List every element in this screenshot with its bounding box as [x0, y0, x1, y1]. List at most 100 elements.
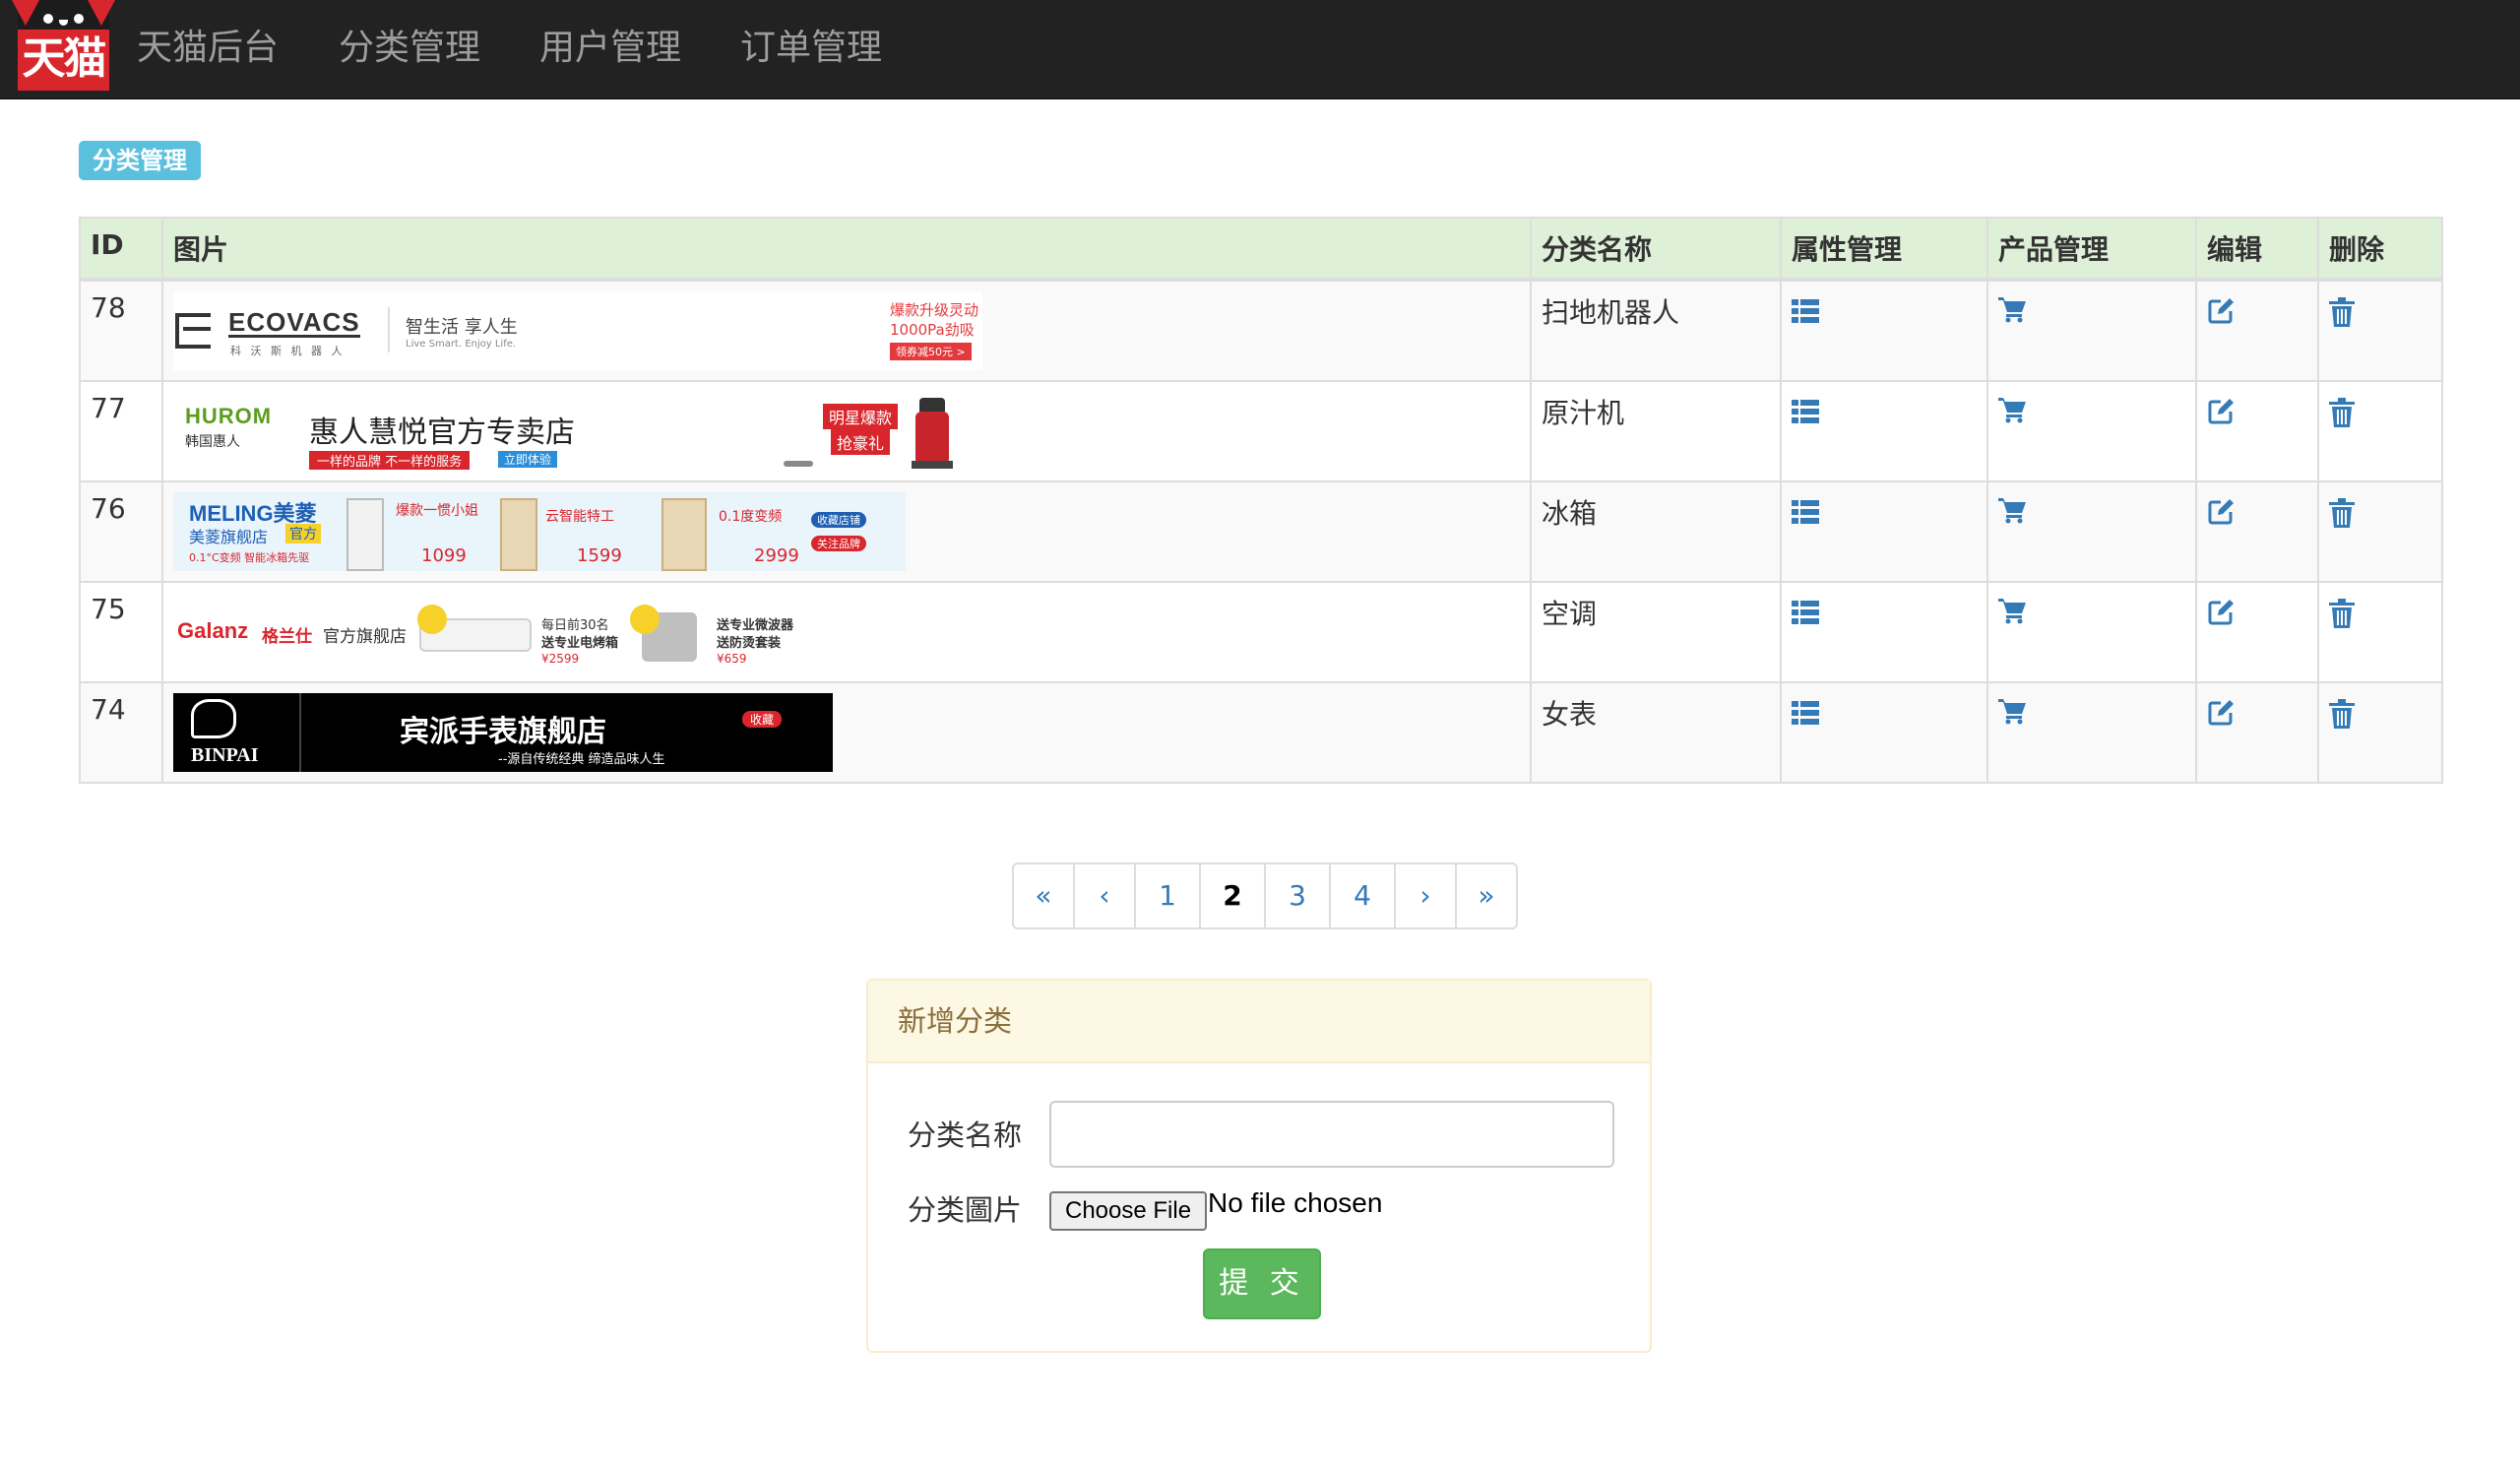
banner-fav: 收藏 — [742, 711, 783, 728]
banner-product1: 每日前30名 — [541, 618, 609, 633]
nav-link-user[interactable]: 用户管理 — [539, 24, 681, 73]
banner-store: 美菱旗舰店 — [189, 528, 269, 546]
banner-follow-brand: 关注品牌 — [811, 536, 866, 551]
nav-link-tmall-admin[interactable]: 天猫后台 — [137, 24, 279, 73]
table-header-row: ID 图片 分类名称 属性管理 产品管理 编辑 删除 — [79, 217, 2443, 282]
property-list-icon[interactable] — [1792, 699, 1819, 732]
property-list-icon[interactable] — [1792, 599, 1819, 631]
banner-store: 官方旗舰店 — [323, 627, 407, 647]
cell-property — [1780, 380, 1988, 482]
trash-icon[interactable] — [2329, 599, 2355, 635]
banner-brand-cn: 格兰仕 — [262, 627, 312, 647]
header-product: 产品管理 — [1986, 217, 2197, 282]
property-list-icon[interactable] — [1792, 297, 1819, 330]
category-table: ID 图片 分类名称 属性管理 产品管理 编辑 删除 78 ECOVACS 科 … — [79, 217, 2443, 784]
page-first-button[interactable]: « — [1012, 862, 1075, 929]
category-banner-image: Galanz 格兰仕 官方旗舰店 每日前30名 送专业电烤箱 ¥2599 送专业… — [173, 593, 827, 671]
banner-promo: 明星爆款 — [823, 404, 899, 429]
pagination: « ‹ 1 2 3 4 › » — [1012, 862, 1518, 929]
shopping-cart-icon[interactable] — [1998, 599, 2026, 631]
banner-product2: 云智能特工 — [545, 509, 614, 525]
cell-name: 扫地机器人 — [1530, 279, 1782, 382]
shopping-cart-icon[interactable] — [1998, 498, 2026, 531]
cell-delete — [2317, 681, 2443, 784]
cell-id: 74 — [79, 681, 163, 784]
edit-icon[interactable] — [2207, 498, 2235, 533]
page-1-button[interactable]: 1 — [1134, 862, 1201, 929]
cell-name: 冰箱 — [1530, 480, 1782, 583]
category-banner-image: ECOVACS 科 沃 斯 机 器 人 智生活 享人生 Live Smart. … — [173, 291, 982, 370]
nav-link-category[interactable]: 分类管理 — [339, 24, 480, 73]
cell-name: 空调 — [1530, 581, 1782, 683]
cell-property — [1780, 480, 1988, 583]
edit-icon[interactable] — [2207, 699, 2235, 734]
file-status-text: No file chosen — [1208, 1187, 1383, 1218]
cell-product — [1986, 681, 2197, 784]
cell-delete — [2317, 279, 2443, 382]
page-4-button[interactable]: 4 — [1329, 862, 1396, 929]
page-prev-button[interactable]: ‹ — [1073, 862, 1136, 929]
edit-icon[interactable] — [2207, 297, 2235, 332]
cell-property — [1780, 681, 1988, 784]
cell-edit — [2195, 581, 2319, 683]
choose-file-button[interactable]: Choose File — [1049, 1191, 1208, 1231]
cell-edit — [2195, 279, 2319, 382]
banner-brand-sub: 科 沃 斯 机 器 人 — [230, 345, 346, 357]
cell-delete — [2317, 480, 2443, 583]
banner-fav-store: 收藏店铺 — [811, 512, 866, 528]
trash-icon[interactable] — [2329, 498, 2355, 535]
edit-icon[interactable] — [2207, 599, 2235, 633]
shopping-cart-icon[interactable] — [1998, 398, 2026, 430]
category-name-input[interactable] — [1049, 1101, 1614, 1168]
banner-tagline: 一样的品牌 不一样的服务 — [309, 451, 471, 470]
page-2-button-active[interactable]: 2 — [1199, 862, 1266, 929]
category-banner-image: HUROM 韩国惠人 惠人慧悦官方专卖店 一样的品牌 不一样的服务 立即体验 明… — [173, 392, 982, 471]
header-id: ID — [79, 217, 163, 282]
add-category-panel: 新增分类 分类名称 分类圖片 Choose File No file chose… — [866, 979, 1652, 1353]
cell-edit — [2195, 681, 2319, 784]
shopping-cart-icon[interactable] — [1998, 699, 2026, 732]
page-title-label: 分类管理 — [79, 141, 201, 180]
banner-brand: HUROM — [185, 404, 273, 428]
banner-product3-price: 2999 — [754, 545, 799, 566]
panel-heading: 新增分类 — [868, 981, 1650, 1063]
page-last-button[interactable]: » — [1455, 862, 1518, 929]
shopping-cart-icon[interactable] — [1998, 297, 2026, 330]
cell-product — [1986, 581, 2197, 683]
banner-title: 惠人慧悦官方专卖店 — [309, 415, 575, 450]
table-row: 77 HUROM 韩国惠人 惠人慧悦官方专卖店 一样的品牌 不一样的服务 立即体… — [79, 380, 2443, 482]
category-name-label: 分类名称 — [908, 1118, 1023, 1152]
table-row: 76 MELING美菱 美菱旗舰店 官方 0.1°C变频 智能冰箱先驱 爆款一惯… — [79, 480, 2443, 583]
banner-brand: ECOVACS — [228, 307, 360, 338]
trash-icon[interactable] — [2329, 297, 2355, 334]
header-image: 图片 — [161, 217, 1532, 282]
cell-name: 原汁机 — [1530, 380, 1782, 482]
edit-icon[interactable] — [2207, 398, 2235, 432]
banner-brand-sub: 韩国惠人 — [185, 434, 240, 450]
banner-product2-sub: 送防烫套装 — [717, 636, 782, 651]
logo-text: 天猫 — [22, 33, 107, 84]
header-delete: 删除 — [2317, 217, 2443, 282]
property-list-icon[interactable] — [1792, 398, 1819, 430]
cell-image: HUROM 韩国惠人 惠人慧悦官方专卖店 一样的品牌 不一样的服务 立即体验 明… — [161, 380, 1532, 482]
page-next-button[interactable]: › — [1394, 862, 1457, 929]
category-image-label: 分类圖片 — [908, 1193, 1023, 1227]
banner-promo2: 1000Pa劲吸 — [890, 321, 975, 339]
cell-product — [1986, 480, 2197, 583]
cell-product — [1986, 279, 2197, 382]
table-row: 74 BINPAI 宾派手表旗舰店 --源自传统经典 缔造品味人生 收藏 女表 — [79, 681, 2443, 784]
banner-product1-price: 1099 — [421, 545, 467, 566]
banner-brand: Galanz — [177, 618, 249, 643]
trash-icon[interactable] — [2329, 699, 2355, 735]
tmall-logo[interactable]: 天猫 — [12, 0, 115, 91]
table-row: 78 ECOVACS 科 沃 斯 机 器 人 智生活 享人生 Live Smar… — [79, 279, 2443, 382]
property-list-icon[interactable] — [1792, 498, 1819, 531]
top-navbar: 天猫 天猫后台 分类管理 用户管理 订单管理 — [0, 0, 2520, 99]
nav-link-order[interactable]: 订单管理 — [740, 24, 882, 73]
banner-promo2: 抢豪礼 — [831, 429, 891, 455]
cell-image: ECOVACS 科 沃 斯 机 器 人 智生活 享人生 Live Smart. … — [161, 279, 1532, 382]
submit-button[interactable]: 提 交 — [1203, 1248, 1321, 1319]
page-3-button[interactable]: 3 — [1264, 862, 1331, 929]
cell-product — [1986, 380, 2197, 482]
trash-icon[interactable] — [2329, 398, 2355, 434]
